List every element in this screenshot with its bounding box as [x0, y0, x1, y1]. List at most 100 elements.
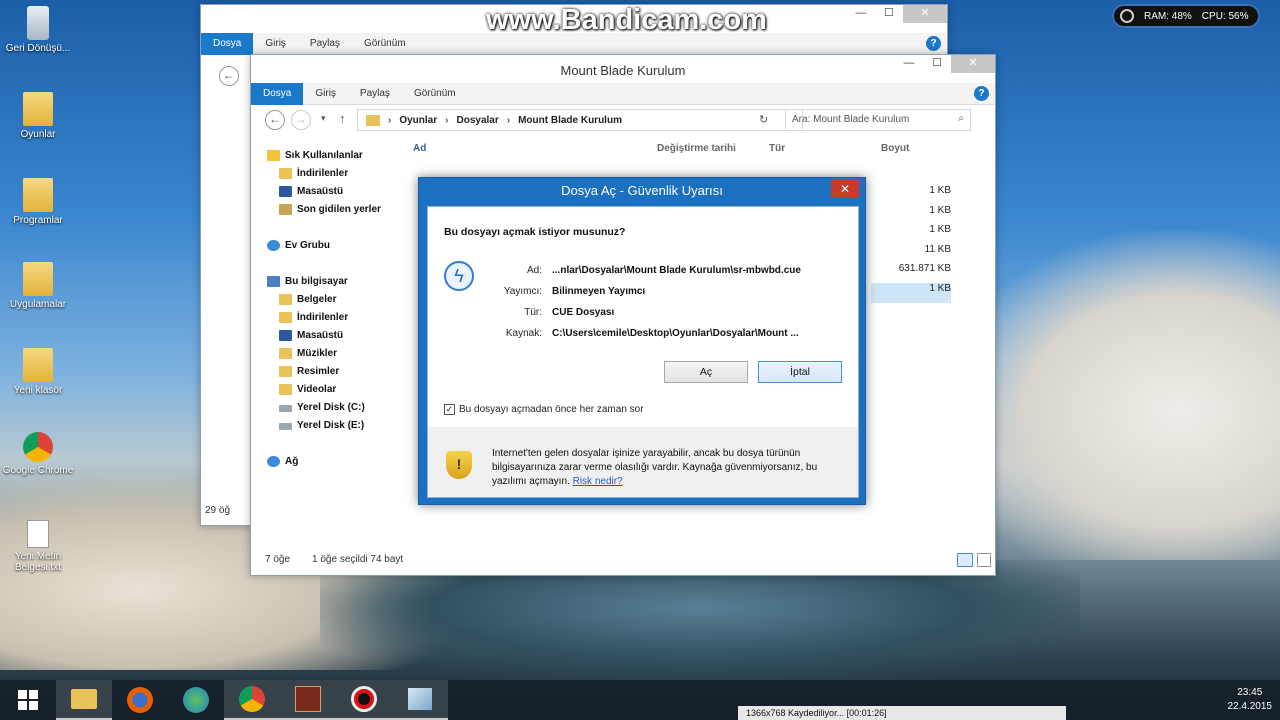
tab-paylas[interactable]: Paylaş	[298, 38, 352, 49]
breadcrumb-dosyalar[interactable]: Dosyalar	[456, 115, 498, 126]
tab-gorunum[interactable]: Görünüm	[402, 88, 468, 99]
search-placeholder: Ara: Mount Blade Kurulum	[792, 114, 910, 125]
warning-text: Internet'ten gelen dosyalar işinize yara…	[492, 447, 842, 489]
taskbar-app[interactable]	[392, 680, 448, 720]
info-key: Ad:	[526, 265, 542, 276]
column-type[interactable]: Tür	[769, 143, 881, 163]
chrome-icon	[239, 686, 265, 712]
tree-homegroup[interactable]: Ev Grubu	[257, 237, 405, 255]
tab-dosya[interactable]: Dosya	[251, 82, 304, 105]
tab-giris[interactable]: Giriş	[253, 38, 298, 49]
tree-item-recent[interactable]: Son gidilen yerler	[257, 201, 405, 219]
info-key: Tür:	[524, 307, 542, 318]
file-sizes: 1 KB 1 KB 1 KB 11 KB 631.871 KB 1 KB	[871, 185, 951, 303]
tree-item-desktop[interactable]: Masaüstü	[257, 183, 405, 201]
risk-link[interactable]: Risk nedir?	[573, 476, 623, 487]
tree-favorites[interactable]: Sık Kullanılanlar	[257, 147, 405, 165]
cancel-button[interactable]: İptal	[758, 361, 842, 383]
address-bar[interactable]: › Oyunlar › Dosyalar › Mount Blade Kurul…	[357, 109, 803, 131]
info-value: ...nlar\Dosyalar\Mount Blade Kurulum\sr-…	[552, 265, 801, 276]
desktop-icon-uygulamalar[interactable]: Uygulamalar	[0, 262, 76, 310]
breadcrumb-mount-blade[interactable]: Mount Blade Kurulum	[518, 115, 622, 126]
tree-item-downloads[interactable]: İndirilenler	[257, 165, 405, 183]
back-icon[interactable]: ←	[219, 66, 239, 86]
minimize-icon[interactable]: —	[847, 5, 875, 23]
dialog-content: Bu dosyayı açmak istiyor musunuz? ϟ Ad:.…	[428, 207, 858, 427]
back-icon[interactable]: ←	[265, 110, 285, 130]
cpu-usage: CPU: 56%	[1201, 10, 1249, 22]
column-date[interactable]: Değiştirme tarihi	[657, 143, 769, 163]
taskbar-game[interactable]	[280, 680, 336, 720]
desktop-icon-text-file[interactable]: Yeni Metin Belgesi.txt	[0, 520, 76, 573]
tab-dosya[interactable]: Dosya	[201, 32, 254, 55]
file-info: Ad: ...nlar\Dosyalar\Mount Blade Kurulum\…	[468, 260, 801, 344]
up-icon[interactable]: ↑	[339, 111, 346, 126]
desktop-icon-yeni-klasor[interactable]: Yeni klasör	[0, 348, 76, 396]
taskbar-firefox[interactable]	[112, 680, 168, 720]
chevron-right-icon: ›	[388, 114, 392, 126]
recent-dropdown-icon[interactable]: ▾	[321, 113, 326, 124]
refresh-icon[interactable]: ↻	[759, 113, 768, 126]
forward-icon[interactable]: →	[291, 110, 311, 130]
minimize-icon[interactable]: —	[895, 55, 923, 73]
tab-paylas[interactable]: Paylaş	[348, 88, 402, 99]
file-size: 11 KB	[924, 243, 952, 255]
start-button[interactable]	[0, 680, 56, 720]
file-size: 631.871 KB	[898, 263, 951, 275]
window-controls: — ☐ ✕	[847, 5, 947, 23]
tree-item-videos[interactable]: Videolar	[257, 381, 405, 399]
large-icons-view-icon[interactable]	[977, 553, 991, 567]
file-size: 1 KB	[929, 185, 951, 196]
open-button[interactable]: Aç	[664, 361, 748, 383]
breadcrumb-oyunlar[interactable]: Oyunlar	[399, 115, 437, 126]
tree-item-disk-c[interactable]: Yerel Disk (C:)	[257, 399, 405, 417]
system-clock[interactable]: 23:45 22.4.2015	[1228, 686, 1273, 714]
tree-item-downloads-pc[interactable]: İndirilenler	[257, 309, 405, 327]
network-icon	[267, 456, 280, 467]
folder-icon	[23, 262, 53, 296]
tree-item-music[interactable]: Müzikler	[257, 345, 405, 363]
close-icon[interactable]: ✕	[831, 180, 859, 198]
tab-giris[interactable]: Giriş	[303, 88, 348, 99]
info-row-name: Ad: ...nlar\Dosyalar\Mount Blade Kurulum\…	[468, 260, 801, 281]
search-input[interactable]: Ara: Mount Blade Kurulum ⌕	[785, 109, 971, 131]
tree-network[interactable]: Ağ	[257, 453, 405, 471]
checkmark-icon[interactable]: ✓	[444, 404, 455, 415]
tree-label: Son gidilen yerler	[297, 204, 381, 215]
navigation-bar: ← → ▾ ↑ › Oyunlar › Dosyalar › Mount Bla…	[251, 105, 995, 135]
recent-places-icon	[279, 204, 292, 215]
desktop-icon-oyunlar[interactable]: Oyunlar	[0, 92, 76, 140]
always-ask-checkbox[interactable]: ✓ Bu dosyayı açmadan önce her zaman sor	[444, 404, 644, 415]
tree-item-desktop-pc[interactable]: Masaüstü	[257, 327, 405, 345]
column-size[interactable]: Boyut	[881, 143, 941, 163]
taskbar-chrome[interactable]	[224, 680, 280, 720]
chevron-right-icon: ›	[506, 114, 511, 126]
tab-gorunum[interactable]: Görünüm	[352, 38, 418, 49]
security-warning-dialog[interactable]: Dosya Aç - Güvenlik Uyarısı ✕ Bu dosyayı…	[418, 177, 866, 505]
desktop-icon-label: Uygulamalar	[9, 299, 67, 310]
help-icon[interactable]: ?	[926, 36, 941, 51]
taskbar-explorer[interactable]	[56, 680, 112, 720]
tree-item-pictures[interactable]: Resimler	[257, 363, 405, 381]
close-icon[interactable]: ✕	[951, 55, 995, 73]
maximize-icon[interactable]: ☐	[875, 5, 903, 23]
tree-item-disk-e[interactable]: Yerel Disk (E:)	[257, 417, 405, 435]
maximize-icon[interactable]: ☐	[923, 55, 951, 73]
details-view-icon[interactable]	[957, 553, 973, 567]
taskbar-bandicam[interactable]	[336, 680, 392, 720]
tree-item-documents[interactable]: Belgeler	[257, 291, 405, 309]
tree-this-pc[interactable]: Bu bilgisayar	[257, 273, 405, 291]
help-icon[interactable]: ?	[974, 86, 989, 101]
desktop-icon	[279, 330, 292, 341]
desktop-icon-recycle-bin[interactable]: Geri Dönüşü...	[0, 6, 76, 54]
close-icon[interactable]: ✕	[903, 5, 947, 23]
column-headers: Ad Değiştirme tarihi Tür Boyut	[413, 143, 959, 163]
tree-label: Masaüstü	[297, 330, 344, 341]
desktop-icon-chrome[interactable]: Google Chrome	[0, 432, 76, 476]
desktop-icon-programlar[interactable]: Programlar	[0, 178, 76, 226]
column-name[interactable]: Ad	[413, 143, 657, 163]
desktop-icon-label: Oyunlar	[20, 129, 56, 140]
taskbar-globe[interactable]	[168, 680, 224, 720]
ram-usage: RAM: 48%	[1144, 10, 1192, 22]
info-key: Kaynak:	[505, 328, 542, 339]
